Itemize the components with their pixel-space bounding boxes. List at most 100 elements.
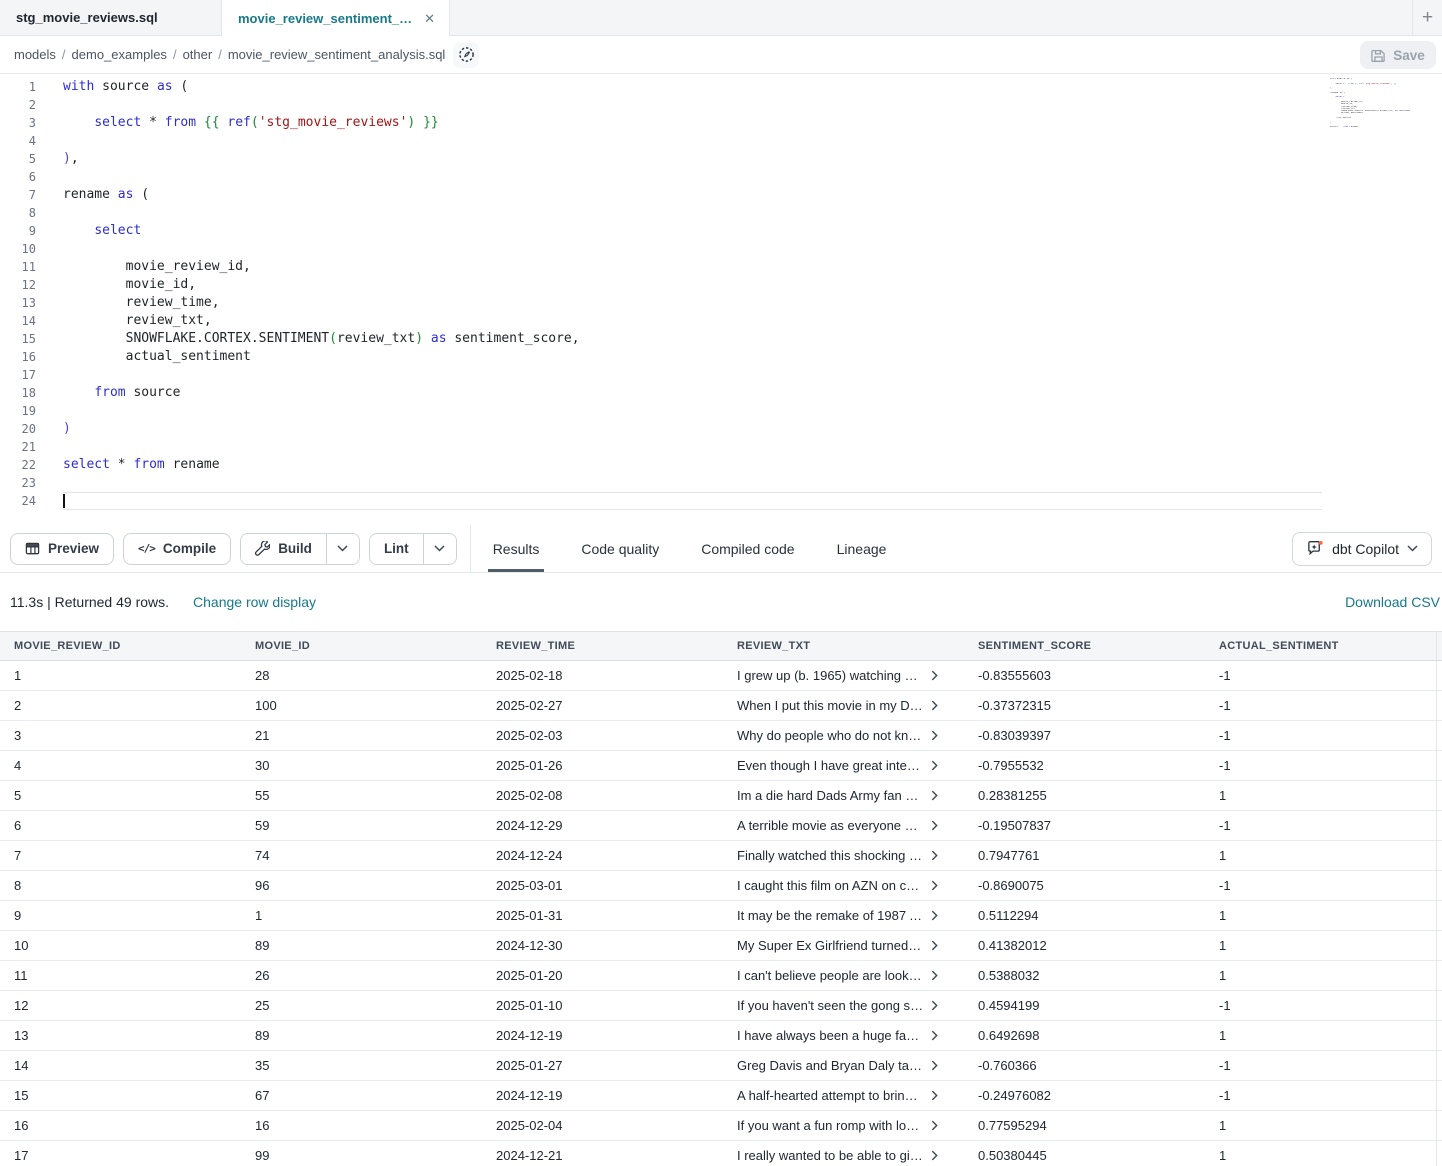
review-text: My Super Ex Girlfriend turned out to b… xyxy=(737,938,924,953)
code-line: review_txt, xyxy=(63,312,1322,330)
preview-button[interactable]: Preview xyxy=(10,533,114,565)
review-text: When I put this movie in my DVD playe… xyxy=(737,698,924,713)
cell-movie_id: 26 xyxy=(241,961,482,990)
query-status-text: 11.3s | Returned 49 rows. xyxy=(10,594,169,610)
chevron-right-icon[interactable] xyxy=(931,790,938,801)
code-line: rename as ( xyxy=(63,186,1322,204)
chevron-right-icon[interactable] xyxy=(931,1000,938,1011)
results-tab-code-quality[interactable]: Code quality xyxy=(581,525,659,572)
close-icon[interactable]: ✕ xyxy=(424,11,435,27)
code-editor[interactable]: 123456789101112131415161718192021222324 … xyxy=(0,74,1442,525)
cell-movie_id: 30 xyxy=(241,751,482,780)
chevron-right-icon[interactable] xyxy=(931,970,938,981)
new-tab-button[interactable]: + xyxy=(1412,0,1442,36)
line-number: 22 xyxy=(0,456,63,474)
cell-sentiment_score: -0.19507837 xyxy=(964,811,1205,840)
chevron-right-icon[interactable] xyxy=(931,1150,938,1161)
table-row: 912025-01-31It may be the remake of 1987… xyxy=(0,901,1442,931)
chevron-right-icon[interactable] xyxy=(931,820,938,831)
breadcrumb-segment[interactable]: other xyxy=(183,47,213,62)
cell-sentiment_score: 0.28381255 xyxy=(964,781,1205,810)
download-csv-link[interactable]: Download CSV xyxy=(1345,594,1440,610)
chevron-down-icon xyxy=(1407,545,1418,552)
code-area[interactable]: with source as ( select * from {{ ref('s… xyxy=(63,74,1322,525)
breadcrumb-separator: / xyxy=(173,47,177,62)
chevron-right-icon[interactable] xyxy=(931,940,938,951)
cell-review_time: 2024-12-24 xyxy=(482,841,723,870)
cell-movie_review_id: 13 xyxy=(0,1021,241,1050)
code-line: SNOWFLAKE.CORTEX.SENTIMENT(review_txt) a… xyxy=(63,330,1322,348)
text-cursor xyxy=(63,494,65,508)
cell-sentiment_score: 0.4594199 xyxy=(964,991,1205,1020)
save-button[interactable]: Save xyxy=(1360,41,1436,69)
table-row: 8962025-03-01I caught this film on AZN o… xyxy=(0,871,1442,901)
build-dropdown-button[interactable] xyxy=(326,534,359,564)
cell-sentiment_score: 0.50380445 xyxy=(964,1141,1205,1166)
chevron-right-icon[interactable] xyxy=(931,1030,938,1041)
cell-review_time: 2025-02-08 xyxy=(482,781,723,810)
chevron-right-icon[interactable] xyxy=(931,1120,938,1131)
cell-review-txt: If you want a fun romp with loads of s… xyxy=(723,1111,964,1140)
chevron-down-icon xyxy=(337,545,348,552)
table-row: 5552025-02-08Im a die hard Dads Army fan… xyxy=(0,781,1442,811)
cell-actual_sentiment: -1 xyxy=(1205,1081,1442,1110)
copilot-file-action-button[interactable] xyxy=(453,42,479,68)
chevron-right-icon[interactable] xyxy=(931,910,938,921)
build-label: Build xyxy=(278,541,312,556)
cell-review-txt: If you haven't seen the gong show TV s… xyxy=(723,991,964,1020)
dbt-copilot-button[interactable]: dbt Copilot xyxy=(1292,532,1432,566)
review-text: Im a die hard Dads Army fan and nothi… xyxy=(737,788,924,803)
chevron-right-icon[interactable] xyxy=(931,1090,938,1101)
table-right-edge xyxy=(1436,631,1437,1166)
cell-movie_id: 96 xyxy=(241,871,482,900)
cell-review-txt: Even though I have great interest in Bi… xyxy=(723,751,964,780)
tab-stg-movie-reviews[interactable]: stg_movie_reviews.sql xyxy=(0,0,222,35)
code-line xyxy=(63,402,1322,420)
tab-movie-review-sentiment[interactable]: movie_review_sentiment_… ✕ xyxy=(222,0,450,37)
cell-actual_sentiment: 1 xyxy=(1205,1111,1442,1140)
cell-review_time: 2025-01-31 xyxy=(482,901,723,930)
column-header-actual_sentiment: ACTUAL_SENTIMENT xyxy=(1205,632,1442,660)
table-row: 4302025-01-26Even though I have great in… xyxy=(0,751,1442,781)
code-line xyxy=(63,492,1322,510)
lint-button[interactable]: Lint xyxy=(370,534,423,564)
minimap[interactable]: with source as ( select * from {{ ref('s… xyxy=(1330,78,1410,133)
chevron-right-icon[interactable] xyxy=(931,700,938,711)
chevron-right-icon[interactable] xyxy=(931,730,938,741)
results-tab-results[interactable]: Results xyxy=(493,525,540,572)
breadcrumb-segment[interactable]: movie_review_sentiment_analysis.sql xyxy=(228,47,446,62)
cell-review-txt: I caught this film on AZN on cable. It s… xyxy=(723,871,964,900)
table-row: 1282025-02-18I grew up (b. 1965) watchin… xyxy=(0,661,1442,691)
chevron-right-icon[interactable] xyxy=(931,1060,938,1071)
code-line: actual_sentiment xyxy=(63,348,1322,366)
build-button[interactable]: Build xyxy=(241,534,326,564)
column-header-review_txt: REVIEW_TXT xyxy=(723,632,964,660)
code-line: movie_review_id, xyxy=(63,258,1322,276)
lint-dropdown-button[interactable] xyxy=(423,534,456,564)
line-number: 13 xyxy=(0,294,63,312)
chevron-right-icon[interactable] xyxy=(931,880,938,891)
cell-review_time: 2025-02-04 xyxy=(482,1111,723,1140)
line-number: 14 xyxy=(0,312,63,330)
chevron-right-icon[interactable] xyxy=(931,670,938,681)
cell-actual_sentiment: 1 xyxy=(1205,961,1442,990)
chevron-right-icon[interactable] xyxy=(931,760,938,771)
code-line: select * from rename xyxy=(63,456,1322,474)
line-number: 8 xyxy=(0,204,63,222)
chevron-right-icon[interactable] xyxy=(931,850,938,861)
cell-sentiment_score: -0.83555603 xyxy=(964,661,1205,690)
compile-button[interactable]: </> Compile xyxy=(123,533,231,565)
results-status-row: 11.3s | Returned 49 rows. Change row dis… xyxy=(0,573,1442,631)
column-header-movie_id: MOVIE_ID xyxy=(241,632,482,660)
cell-movie_review_id: 4 xyxy=(0,751,241,780)
cell-sentiment_score: 0.5112294 xyxy=(964,901,1205,930)
results-tab-compiled-code[interactable]: Compiled code xyxy=(701,525,794,572)
chevron-down-icon xyxy=(434,545,445,552)
breadcrumb-segment[interactable]: models xyxy=(14,47,56,62)
cell-sentiment_score: 0.41382012 xyxy=(964,931,1205,960)
change-row-display-link[interactable]: Change row display xyxy=(193,594,316,610)
breadcrumb-segment[interactable]: demo_examples xyxy=(72,47,167,62)
code-line xyxy=(63,474,1322,492)
results-tab-lineage[interactable]: Lineage xyxy=(837,525,887,572)
code-line: ) xyxy=(63,420,1322,438)
